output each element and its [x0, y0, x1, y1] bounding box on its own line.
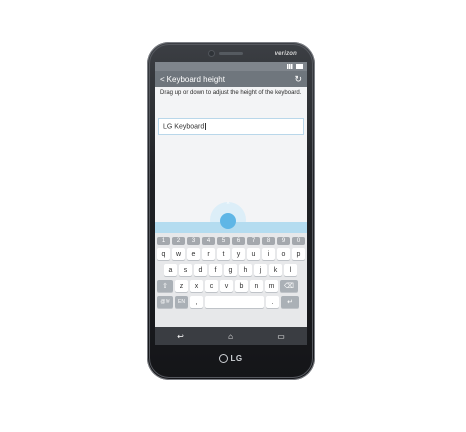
key-8[interactable]: 8 — [262, 237, 275, 245]
key-q[interactable]: q — [157, 248, 170, 260]
height-handle-dot[interactable] — [220, 213, 236, 229]
keyboard: 1 2 3 4 5 6 7 8 9 0 q w e r t y u i o p … — [155, 233, 307, 327]
phone-frame: verizon < Keyboard height ↻ Drag up or d… — [147, 42, 315, 380]
key-j[interactable]: j — [254, 264, 267, 276]
speaker-grille — [219, 52, 243, 55]
key-n[interactable]: n — [250, 280, 263, 292]
key-2[interactable]: 2 — [172, 237, 185, 245]
letter-row-2: a s d f g h j k l — [164, 264, 297, 276]
key-a[interactable]: a — [164, 264, 177, 276]
key-d[interactable]: d — [194, 264, 207, 276]
instruction-text: Drag up or down to adjust the height of … — [160, 90, 302, 96]
space-key[interactable] — [205, 296, 264, 308]
front-camera — [209, 51, 214, 56]
text-cursor — [205, 123, 207, 130]
signal-icon — [287, 64, 294, 69]
lg-logo-icon — [219, 354, 229, 363]
key-g[interactable]: g — [224, 264, 237, 276]
key-4[interactable]: 4 — [202, 237, 215, 245]
key-y[interactable]: y — [232, 248, 245, 260]
key-z[interactable]: z — [175, 280, 188, 292]
title-bar: < Keyboard height ↻ — [155, 71, 307, 87]
bottom-row: @!# EN , . ↵ — [157, 296, 299, 308]
screen: < Keyboard height ↻ Drag up or down to a… — [155, 62, 307, 345]
key-0[interactable]: 0 — [292, 237, 305, 245]
status-bar — [155, 62, 307, 71]
key-c[interactable]: c — [205, 280, 218, 292]
key-l[interactable]: l — [284, 264, 297, 276]
battery-icon — [296, 64, 303, 69]
reset-icon[interactable]: ↻ — [294, 74, 302, 85]
back-button[interactable]: ↩ — [177, 332, 184, 341]
letter-row-3: ⇧ z x c v b n m ⌫ — [157, 280, 298, 292]
number-row: 1 2 3 4 5 6 7 8 9 0 — [157, 237, 305, 245]
key-r[interactable]: r — [202, 248, 215, 260]
key-9[interactable]: 9 — [277, 237, 290, 245]
navigation-bar: ↩ ⌂ ▭ — [155, 327, 307, 345]
chevron-up-icon: ^ — [226, 202, 230, 208]
language-key[interactable]: EN — [175, 296, 188, 308]
key-e[interactable]: e — [187, 248, 200, 260]
key-p[interactable]: p — [292, 248, 305, 260]
key-w[interactable]: w — [172, 248, 185, 260]
key-s[interactable]: s — [179, 264, 192, 276]
back-arrow-icon[interactable]: < — [160, 75, 165, 84]
key-x[interactable]: x — [190, 280, 203, 292]
key-7[interactable]: 7 — [247, 237, 260, 245]
shift-key[interactable]: ⇧ — [157, 280, 173, 292]
key-5[interactable]: 5 — [217, 237, 230, 245]
recent-apps-button[interactable]: ▭ — [277, 332, 285, 341]
key-3[interactable]: 3 — [187, 237, 200, 245]
key-1[interactable]: 1 — [157, 237, 170, 245]
enter-key[interactable]: ↵ — [281, 296, 299, 308]
text-input[interactable]: LG Keyboard — [158, 118, 304, 135]
key-m[interactable]: m — [265, 280, 278, 292]
brand-logo: LG — [147, 354, 315, 363]
key-o[interactable]: o — [277, 248, 290, 260]
key-f[interactable]: f — [209, 264, 222, 276]
key-k[interactable]: k — [269, 264, 282, 276]
key-i[interactable]: i — [262, 248, 275, 260]
letter-row-1: q w e r t y u i o p — [157, 248, 305, 260]
key-t[interactable]: t — [217, 248, 230, 260]
comma-key[interactable]: , — [190, 296, 203, 308]
key-u[interactable]: u — [247, 248, 260, 260]
input-value: LG Keyboard — [163, 123, 207, 131]
key-b[interactable]: b — [235, 280, 248, 292]
key-v[interactable]: v — [220, 280, 233, 292]
key-h[interactable]: h — [239, 264, 252, 276]
backspace-key[interactable]: ⌫ — [280, 280, 298, 292]
key-6[interactable]: 6 — [232, 237, 245, 245]
carrier-logo: verizon — [274, 51, 297, 57]
symbols-key[interactable]: @!# — [157, 296, 173, 308]
period-key[interactable]: . — [266, 296, 279, 308]
home-button[interactable]: ⌂ — [228, 332, 233, 341]
page-title: Keyboard height — [166, 74, 225, 84]
